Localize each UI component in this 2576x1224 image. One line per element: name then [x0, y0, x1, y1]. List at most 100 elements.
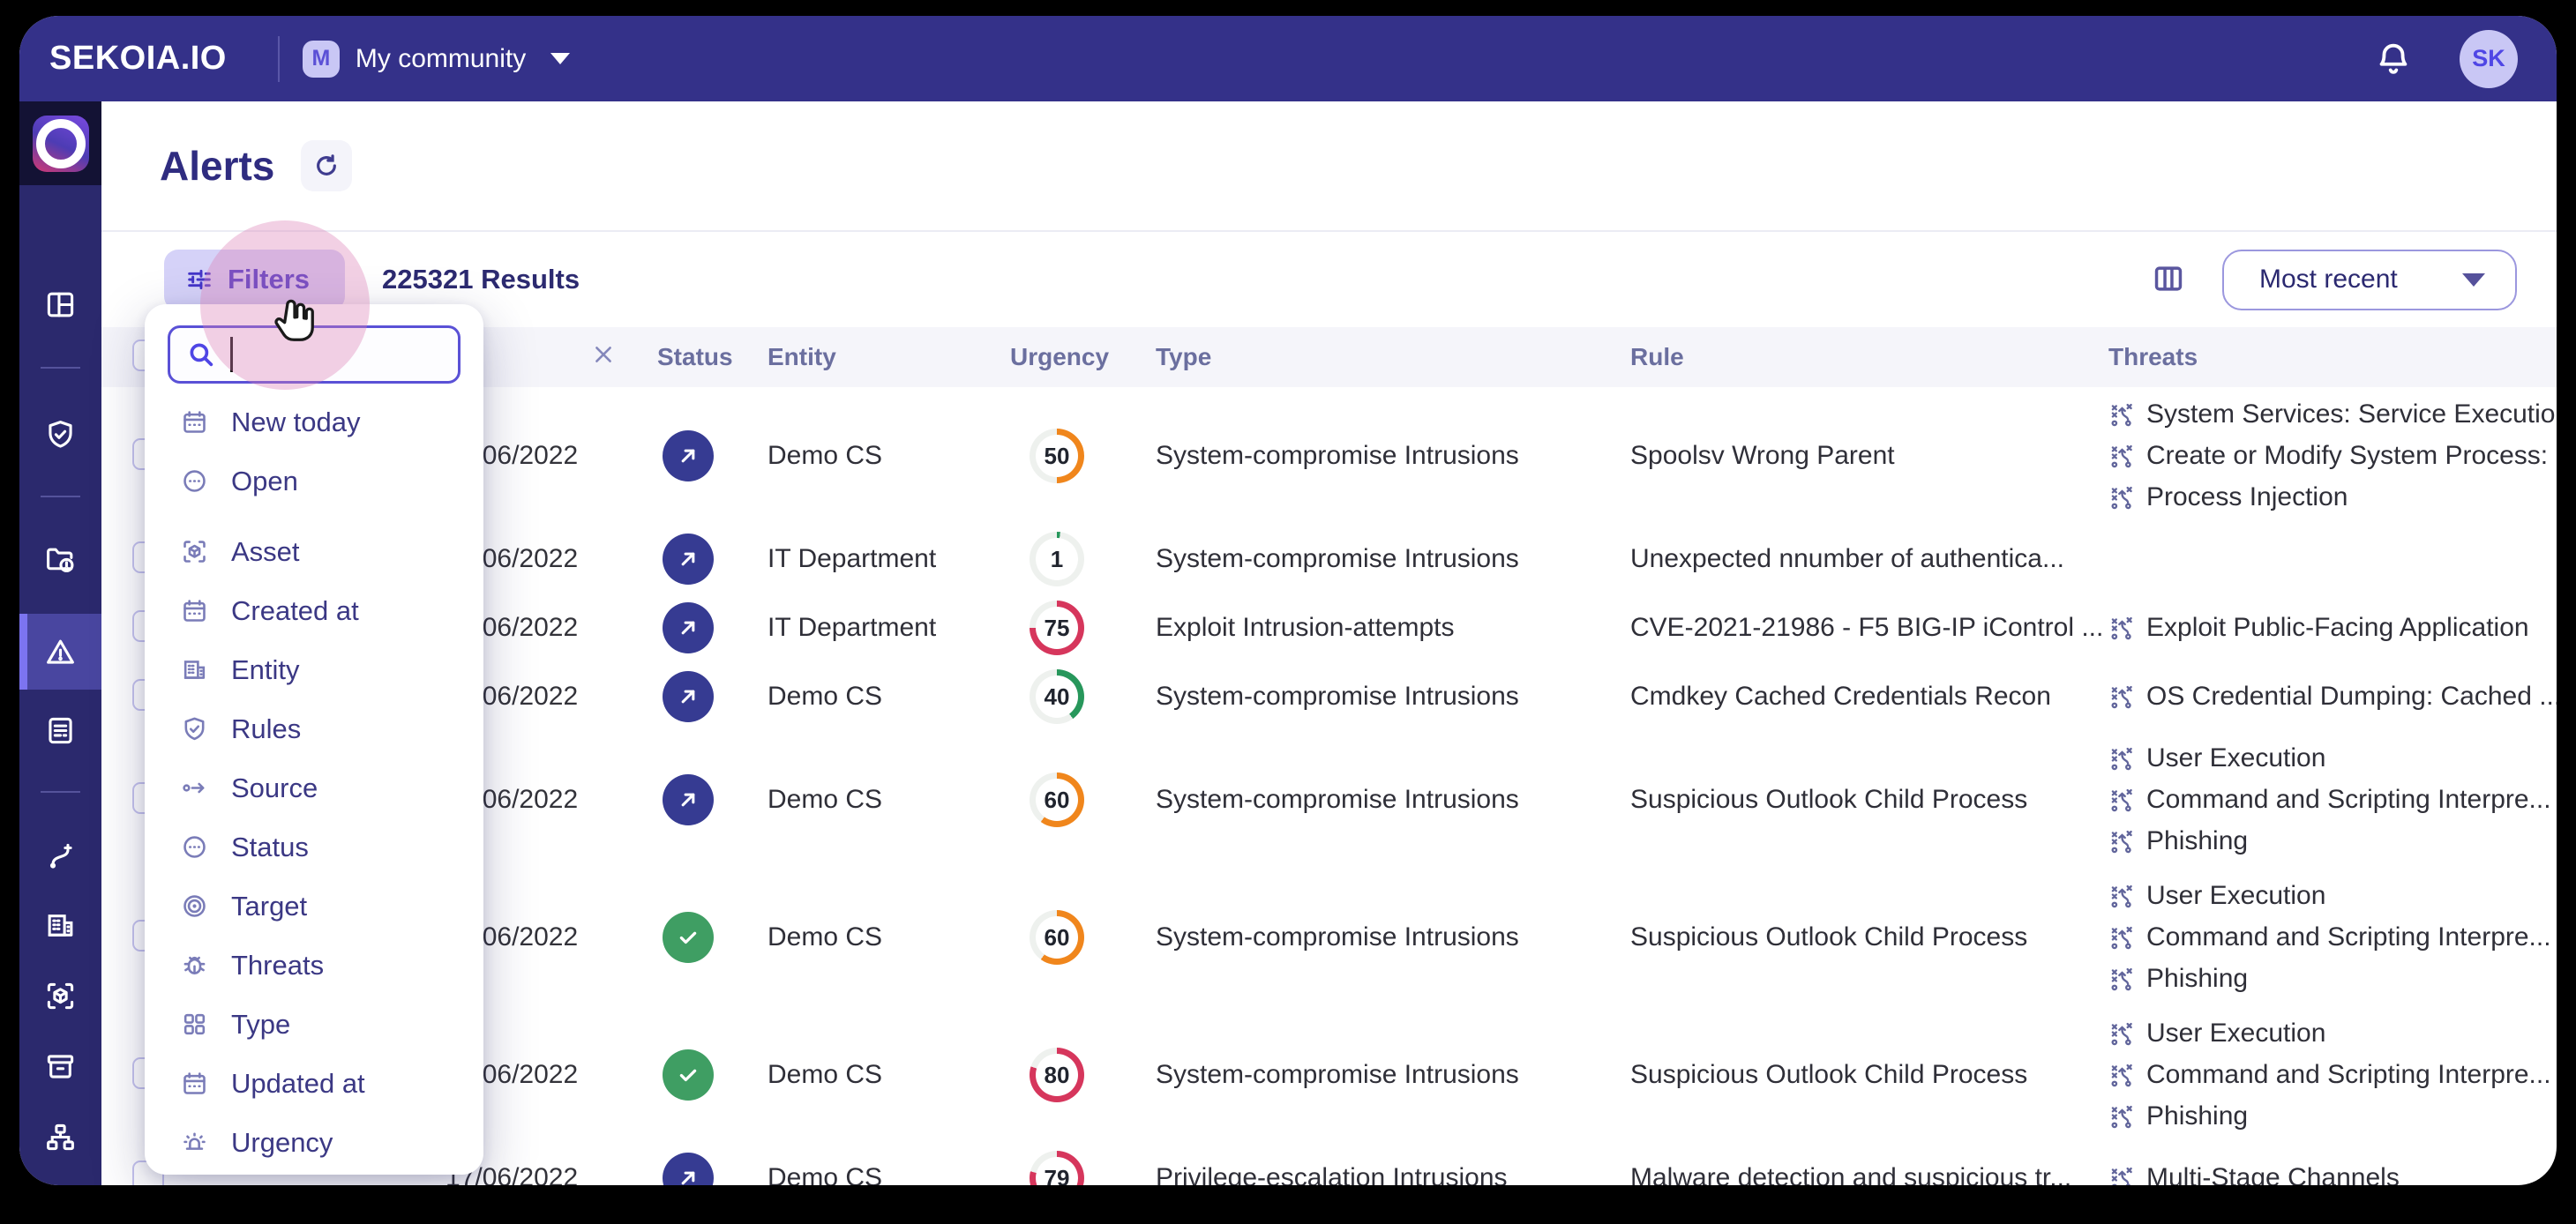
urgency-value: 40	[1036, 675, 1078, 718]
filter-menu-item-new-today[interactable]: New today	[145, 392, 483, 452]
sidebar-item-alerts[interactable]	[19, 614, 101, 690]
threat-route-icon	[2108, 966, 2136, 993]
arrow-up-right-icon	[676, 616, 700, 640]
threat-item[interactable]: User Execution	[2108, 743, 2557, 773]
filter-menu-item-entity[interactable]: Entity	[145, 640, 483, 699]
urgency-value: 50	[1036, 435, 1078, 477]
threat-route-icon	[2108, 1062, 2136, 1089]
threat-item[interactable]: User Execution	[2108, 881, 2557, 911]
sidebar-item-cases[interactable]	[19, 528, 101, 592]
grid-icon	[181, 1011, 208, 1038]
threat-route-icon	[2108, 484, 2136, 511]
archive-icon	[44, 1050, 77, 1083]
filters-button[interactable]: Filters	[164, 250, 345, 310]
filter-menu-item-target[interactable]: Target	[145, 877, 483, 936]
alert-entity: Demo CS	[768, 1060, 1010, 1090]
bug-icon	[181, 952, 208, 979]
asset-cube-icon	[181, 538, 208, 565]
filter-menu-item-label: Type	[231, 1009, 290, 1041]
filter-menu-item-status[interactable]: Status	[145, 817, 483, 877]
filter-search-box[interactable]	[168, 325, 461, 384]
threat-item[interactable]: Command and Scripting Interpre...	[2108, 1060, 2557, 1090]
column-header-status: Status	[657, 343, 768, 371]
filter-menu-item-label: Asset	[231, 536, 300, 568]
calendar-icon	[181, 1070, 208, 1097]
threat-item[interactable]: Process Injection	[2108, 482, 2557, 512]
threat-label: Create or Modify System Process: ...	[2146, 441, 2557, 471]
sidebar-item-entities[interactable]	[19, 893, 101, 957]
sitemap-icon	[44, 1121, 77, 1153]
threat-label: OS Credential Dumping: Cached ...	[2146, 682, 2557, 712]
threat-label: Process Injection	[2146, 482, 2348, 512]
alert-entity: Demo CS	[768, 922, 1010, 952]
status-badge-in-progress	[663, 534, 714, 585]
sidebar-item-assets[interactable]	[19, 964, 101, 1027]
alert-rule: Suspicious Outlook Child Process	[1630, 785, 2108, 815]
status-badge-in-progress	[663, 430, 714, 481]
sidebar-item-archives[interactable]	[19, 1034, 101, 1098]
filter-menu-item-open[interactable]: Open	[145, 452, 483, 511]
threat-item[interactable]: OS Credential Dumping: Cached ...	[2108, 682, 2557, 712]
filter-menu-item-rules[interactable]: Rules	[145, 699, 483, 758]
threat-item[interactable]: Multi-Stage Channels	[2108, 1163, 2557, 1185]
alert-triangle-icon	[44, 636, 77, 668]
alert-rule: Malware detection and suspicious tr...	[1630, 1163, 2108, 1185]
threat-item[interactable]: System Services: Service Execution	[2108, 399, 2557, 429]
sidebar-item-events[interactable]	[19, 698, 101, 762]
threat-label: User Execution	[2146, 1019, 2325, 1049]
refresh-button[interactable]	[301, 140, 352, 191]
target-icon	[181, 892, 208, 920]
threat-route-icon	[2108, 401, 2136, 429]
threat-label: Exploit Public-Facing Application	[2146, 613, 2529, 643]
threat-item[interactable]: Exploit Public-Facing Application	[2108, 613, 2557, 643]
alert-type: System-compromise Intrusions	[1156, 785, 1630, 815]
sidebar-item-intelligence[interactable]	[19, 402, 101, 466]
threat-item[interactable]: Phishing	[2108, 1101, 2557, 1131]
sidebar-item-intakes[interactable]	[19, 825, 101, 888]
urgency-badge: 60	[1030, 772, 1084, 827]
filter-menu-item-source[interactable]: Source	[145, 758, 483, 817]
columns-button[interactable]	[2152, 262, 2185, 298]
check-icon	[676, 925, 700, 950]
community-switcher[interactable]: M My community	[303, 41, 570, 78]
threat-route-icon	[2108, 615, 2136, 642]
threat-item[interactable]: Phishing	[2108, 964, 2557, 994]
filter-menu-item-updated-at[interactable]: Updated at	[145, 1054, 483, 1113]
filter-search-input[interactable]	[230, 337, 577, 372]
page-title: Alerts	[160, 142, 274, 190]
filter-menu-item-urgency[interactable]: Urgency	[145, 1113, 483, 1172]
user-avatar[interactable]: SK	[2460, 30, 2518, 88]
alert-type: System-compromise Intrusions	[1156, 544, 1630, 574]
threat-route-icon	[2108, 828, 2136, 855]
close-icon[interactable]	[591, 342, 616, 367]
threat-item[interactable]: Phishing	[2108, 826, 2557, 856]
threat-item[interactable]: Create or Modify System Process: ...	[2108, 441, 2557, 471]
column-header-rule: Rule	[1630, 343, 2108, 371]
filter-menu-item-type[interactable]: Type	[145, 995, 483, 1054]
threat-label: Multi-Stage Channels	[2146, 1163, 2400, 1185]
notifications-bell-icon[interactable]	[2373, 39, 2414, 79]
filter-menu-item-threats[interactable]: Threats	[145, 936, 483, 995]
filter-menu-item-label: Open	[231, 466, 298, 497]
sort-select[interactable]: Most recent	[2222, 250, 2517, 310]
filter-menu-item-created-at[interactable]: Created at	[145, 581, 483, 640]
filter-menu-item-asset[interactable]: Asset	[145, 522, 483, 581]
sidebar	[19, 101, 101, 1185]
threat-item[interactable]: User Execution	[2108, 1019, 2557, 1049]
threat-route-icon	[2108, 924, 2136, 952]
dashboard-icon	[44, 288, 77, 321]
threat-item[interactable]: Command and Scripting Interpre...	[2108, 785, 2557, 815]
arrow-up-right-icon	[676, 787, 700, 812]
circle-ellipsis-icon	[181, 467, 208, 495]
sidebar-item-sitemap[interactable]	[19, 1105, 101, 1168]
sidebar-item-dashboard[interactable]	[19, 272, 101, 336]
threat-label: Command and Scripting Interpre...	[2146, 785, 2551, 815]
arrow-up-right-icon	[676, 684, 700, 709]
threat-item[interactable]: Command and Scripting Interpre...	[2108, 922, 2557, 952]
column-header-threats: Threats	[2108, 343, 2557, 371]
results-count: 225321 Results	[382, 264, 580, 295]
column-header-urgency: Urgency	[1010, 343, 1156, 371]
siren-icon	[181, 1129, 208, 1156]
shield-check-icon	[44, 418, 77, 451]
product-logo[interactable]	[19, 101, 101, 185]
